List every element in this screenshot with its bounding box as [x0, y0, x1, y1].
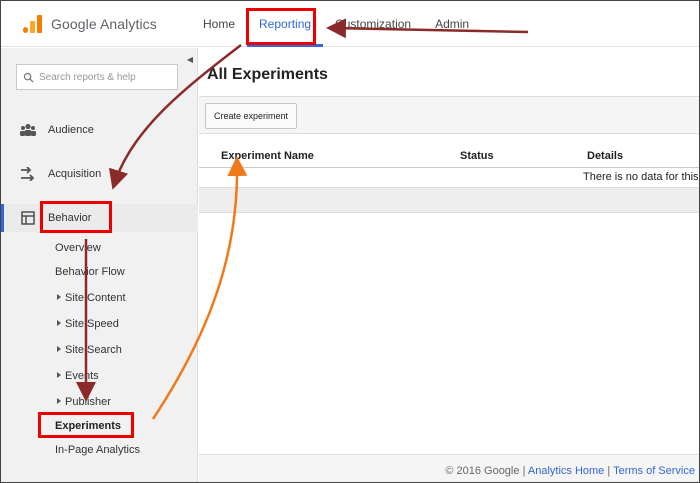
sidebar-subitem-in-page-analytics[interactable]: In-Page Analytics	[55, 442, 140, 458]
expand-triangle-icon	[57, 398, 61, 404]
footer-separator: |	[522, 465, 526, 477]
behavior-layout-icon	[19, 209, 37, 227]
search-box	[16, 64, 178, 90]
highlight-box-behavior	[40, 201, 112, 233]
sidebar-subitem-behavior-flow[interactable]: Behavior Flow	[55, 264, 125, 280]
sidebar-subitem-label: Events	[65, 370, 99, 382]
sidebar-subitem-site-search[interactable]: Site Search	[57, 342, 122, 358]
acquisition-arrows-icon	[19, 165, 37, 183]
sidebar-item-acquisition[interactable]: Acquisition	[1, 160, 198, 188]
nav-customization[interactable]: Customization	[323, 1, 423, 47]
expand-triangle-icon	[57, 294, 61, 300]
footer-separator: |	[607, 465, 611, 477]
screenshot-frame: Google Analytics Home Reporting Customiz…	[0, 0, 700, 483]
terms-of-service-link[interactable]: Terms of Service	[613, 465, 695, 477]
search-input[interactable]	[39, 71, 169, 83]
sidebar-item-label: Acquisition	[48, 168, 102, 180]
top-bar: Google Analytics Home Reporting Customiz…	[1, 1, 699, 47]
empty-state-text: There is no data for this	[583, 171, 699, 183]
logo-text: Google Analytics	[51, 16, 157, 32]
highlight-box-experiments	[38, 412, 134, 438]
analytics-bars-icon	[23, 15, 45, 33]
page-footer: © 2016 Google | Analytics Home | Terms o…	[199, 454, 699, 482]
sidebar-subitem-overview[interactable]: Overview	[55, 240, 101, 256]
sidebar-subitem-label: Site Speed	[65, 318, 119, 330]
sidebar-item-audience[interactable]: Audience	[1, 116, 198, 144]
analytics-home-link[interactable]: Analytics Home	[528, 465, 604, 477]
page-title: All Experiments	[207, 66, 328, 83]
column-header-details[interactable]: Details	[587, 150, 623, 162]
sidebar-subitem-site-content[interactable]: Site Content	[57, 290, 126, 306]
sidebar-subitem-label: Site Search	[65, 344, 122, 356]
top-nav: Home Reporting Customization Admin	[191, 1, 481, 47]
sidebar-subitem-site-speed[interactable]: Site Speed	[57, 316, 119, 332]
search-icon	[23, 72, 34, 83]
empty-table-row: There is no data for this	[199, 169, 699, 187]
expand-triangle-icon	[57, 320, 61, 326]
table-header: Experiment Name Status Details	[199, 144, 699, 168]
highlight-box-reporting	[246, 8, 316, 45]
copyright-text: © 2016 Google	[445, 465, 520, 477]
create-experiment-button[interactable]: Create experiment	[205, 103, 298, 129]
expand-triangle-icon	[57, 372, 61, 378]
toolbar: Create experiment	[199, 96, 699, 134]
sidebar-subitem-label: Publisher	[65, 396, 111, 408]
google-analytics-logo[interactable]: Google Analytics	[23, 13, 157, 35]
table-footer-bar	[199, 187, 699, 213]
sidebar-subitem-events[interactable]: Events	[57, 368, 99, 384]
main-content: All Experiments Create experiment Experi…	[199, 48, 699, 482]
nav-admin[interactable]: Admin	[423, 1, 481, 47]
column-header-experiment-name[interactable]: Experiment Name	[221, 150, 314, 162]
nav-home[interactable]: Home	[191, 1, 247, 47]
sidebar-item-label: Audience	[48, 124, 94, 136]
collapse-sidebar-icon[interactable]: ◀	[184, 54, 196, 66]
expand-triangle-icon	[57, 346, 61, 352]
sidebar-subitem-label: Site Content	[65, 292, 126, 304]
column-header-status[interactable]: Status	[460, 150, 494, 162]
people-icon	[19, 121, 37, 139]
sidebar-subitem-publisher[interactable]: Publisher	[57, 394, 111, 410]
